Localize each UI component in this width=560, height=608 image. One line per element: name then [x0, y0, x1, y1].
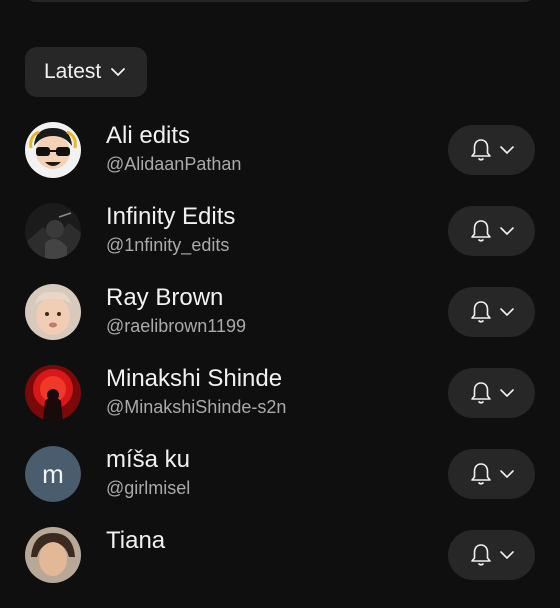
bell-icon: [470, 220, 491, 242]
chevron-down-icon: [499, 226, 514, 235]
channel-row[interactable]: m míša ku @girlmisel: [0, 446, 560, 527]
channel-name: Infinity Edits: [106, 203, 236, 230]
bell-icon: [470, 139, 491, 161]
channel-avatar[interactable]: [25, 365, 81, 421]
channel-avatar[interactable]: [25, 527, 81, 583]
chevron-down-icon: [499, 550, 514, 559]
search-bar-edge[interactable]: [24, 0, 536, 2]
channel-handle: @girlmisel: [106, 478, 191, 498]
bell-icon: [470, 463, 491, 485]
channel-avatar[interactable]: [25, 284, 81, 340]
bell-icon: [470, 544, 491, 566]
sort-label: Latest: [44, 60, 102, 83]
channel-avatar[interactable]: m: [25, 446, 81, 502]
bell-icon: [470, 301, 491, 323]
channel-row[interactable]: Minakshi Shinde @MinakshiShinde-s2n: [0, 365, 560, 446]
channel-handle: @1nfinity_edits: [106, 235, 230, 255]
notification-settings-button[interactable]: [448, 125, 535, 175]
sort-dropdown-button[interactable]: Latest: [25, 47, 147, 97]
chevron-down-icon: [111, 65, 126, 79]
channel-name: Minakshi Shinde: [106, 365, 283, 392]
channel-row[interactable]: Ray Brown @raelibrown1199: [0, 284, 560, 365]
notification-settings-button[interactable]: [448, 368, 535, 418]
channel-row[interactable]: Ali edits @AlidaanPathan: [0, 122, 560, 203]
channel-name: Ali edits: [106, 122, 191, 149]
chevron-down-icon: [499, 307, 514, 316]
channel-avatar[interactable]: [25, 203, 81, 259]
chevron-down-icon: [499, 388, 514, 397]
notification-settings-button[interactable]: [448, 287, 535, 337]
chevron-down-icon: [499, 145, 514, 154]
avatar-letter: m: [25, 446, 81, 502]
channel-handle: @MinakshiShinde-s2n: [106, 397, 287, 417]
chevron-down-icon: [499, 469, 514, 478]
channel-handle: @raelibrown1199: [106, 316, 247, 336]
notification-settings-button[interactable]: [448, 530, 535, 580]
channel-row[interactable]: Infinity Edits @1nfinity_edits: [0, 203, 560, 284]
notification-settings-button[interactable]: [448, 449, 535, 499]
channel-handle: @AlidaanPathan: [106, 154, 242, 174]
notification-settings-button[interactable]: [448, 206, 535, 256]
channel-name: míša ku: [106, 446, 191, 473]
channel-avatar[interactable]: [25, 122, 81, 178]
channel-row[interactable]: Tiana: [0, 527, 560, 608]
bell-icon: [470, 382, 491, 404]
channel-name: Ray Brown: [106, 284, 224, 311]
channel-name: Tiana: [106, 527, 166, 554]
